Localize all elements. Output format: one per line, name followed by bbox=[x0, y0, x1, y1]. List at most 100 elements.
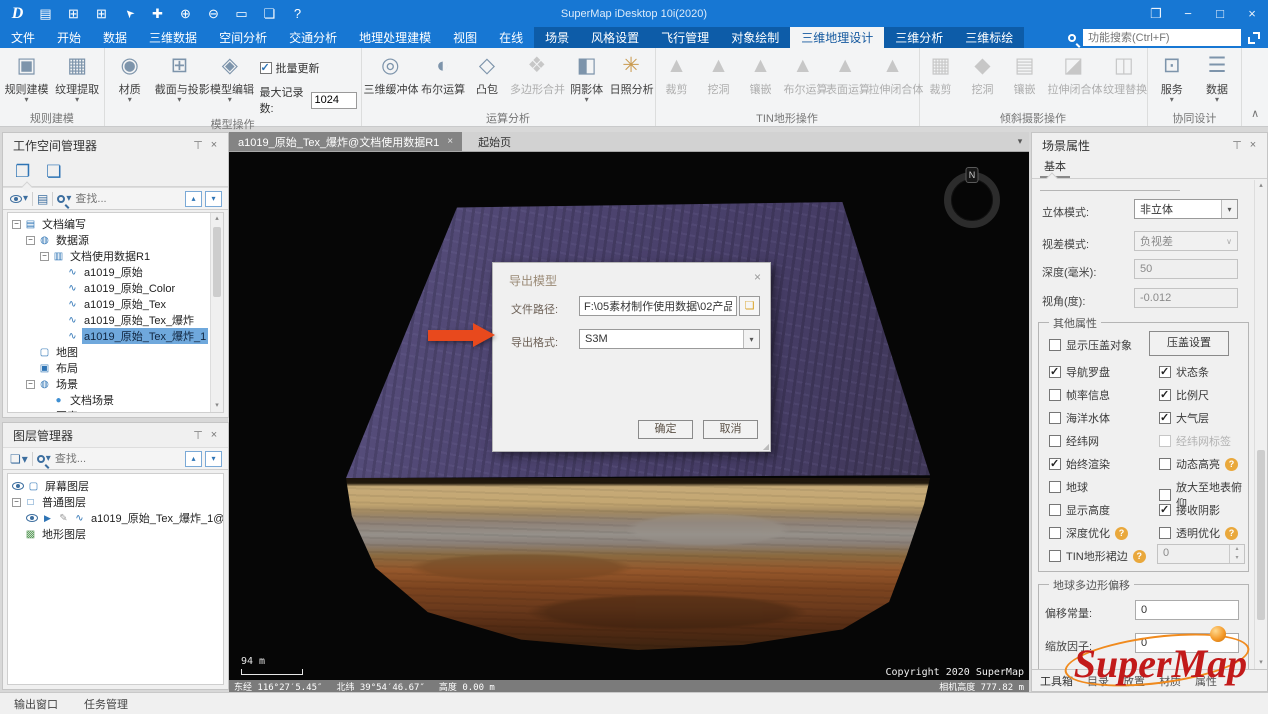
help-icon[interactable]: ? bbox=[1225, 458, 1238, 471]
tab-start[interactable]: 开始 bbox=[46, 27, 92, 48]
scrollbar-thumb[interactable] bbox=[213, 227, 221, 297]
workspace-list-tab-icon[interactable]: ❏ bbox=[46, 162, 61, 182]
section-projection-button[interactable]: ⊞截面与投影▾ bbox=[153, 51, 206, 103]
tab-traffic-analysis[interactable]: 交通分析 bbox=[278, 27, 348, 48]
start-page-tab[interactable]: 起始页 bbox=[462, 132, 527, 151]
tree-item-document[interactable]: −▤文档编写 bbox=[8, 216, 209, 232]
offset-constant-input[interactable] bbox=[1135, 600, 1239, 620]
search-mode-button[interactable]: ▾ bbox=[36, 453, 52, 464]
tree-item-charts[interactable]: ▦图表 bbox=[8, 408, 209, 413]
layer-item-screen[interactable]: ▢屏幕图层 bbox=[8, 478, 221, 494]
navigation-compass[interactable]: N bbox=[944, 172, 1000, 228]
checkbox-status-bar[interactable]: 状态条 bbox=[1159, 364, 1209, 380]
buffer-3d-button[interactable]: ◎三维缓冲体 bbox=[362, 51, 420, 97]
tab-basic[interactable]: 基本 bbox=[1040, 156, 1070, 178]
maximize-button[interactable]: □ bbox=[1204, 0, 1236, 27]
checkbox-ocean-water[interactable]: 海洋水体 bbox=[1049, 410, 1110, 426]
export-format-select[interactable]: S3M ▾ bbox=[579, 329, 760, 349]
tree-item-dataset[interactable]: ∿a1019_原始 bbox=[8, 264, 209, 280]
shadow-volume-button[interactable]: ◧阴影体▾ bbox=[566, 51, 608, 103]
collapse-icon[interactable]: − bbox=[40, 252, 49, 261]
ok-button[interactable]: 确定 bbox=[638, 420, 693, 439]
collapse-icon[interactable]: − bbox=[12, 498, 21, 507]
stereo-mode-select[interactable]: 非立体 ▾ bbox=[1134, 199, 1238, 219]
find-previous-button[interactable]: ▴ bbox=[185, 451, 202, 467]
select-cursor-icon[interactable]: ➤ bbox=[120, 4, 139, 23]
resize-grip-icon[interactable]: ◢ bbox=[763, 442, 769, 451]
panel-toggle-button[interactable]: ❐ bbox=[1140, 0, 1172, 27]
material-button[interactable]: ◉材质▾ bbox=[109, 51, 151, 103]
add-layer-button[interactable]: ❏▾ bbox=[9, 452, 29, 466]
tree-item-scenes[interactable]: −◍场景 bbox=[8, 376, 209, 392]
help-icon[interactable]: ? bbox=[1115, 527, 1128, 540]
checkbox-navigation-compass[interactable]: 导航罗盘 bbox=[1049, 364, 1110, 380]
find-next-button[interactable]: ▾ bbox=[205, 451, 222, 467]
function-search-input[interactable] bbox=[1083, 29, 1241, 46]
dock-tab-properties[interactable]: 属性 bbox=[1195, 673, 1217, 689]
layer-item-terrain[interactable]: ▩地形图层 bbox=[8, 526, 221, 542]
tab-spatial-analysis[interactable]: 空间分析 bbox=[208, 27, 278, 48]
tab-3d-plotting[interactable]: 三维标绘 bbox=[954, 27, 1024, 48]
tab-3d-data[interactable]: 三维数据 bbox=[138, 27, 208, 48]
checkbox-graticule[interactable]: 经纬网 bbox=[1049, 433, 1099, 449]
checkbox-depth-optimization[interactable]: 深度优化? bbox=[1049, 525, 1128, 541]
cancel-button[interactable]: 取消 bbox=[703, 420, 758, 439]
dialog-close-icon[interactable]: × bbox=[754, 270, 761, 284]
tree-item-document-scene[interactable]: ●文档场景 bbox=[8, 392, 209, 408]
find-next-button[interactable]: ▾ bbox=[205, 191, 222, 207]
checkbox-always-render[interactable]: 始终渲染 bbox=[1049, 456, 1110, 472]
checkbox-atmosphere[interactable]: 大气层 bbox=[1159, 410, 1209, 426]
help-icon[interactable]: ? bbox=[288, 4, 307, 23]
max-records-input[interactable] bbox=[311, 92, 357, 109]
collapse-icon[interactable]: − bbox=[12, 220, 21, 229]
workspace-tree-tab-icon[interactable]: ❐ bbox=[15, 162, 30, 182]
pan-icon[interactable]: ✚ bbox=[148, 4, 167, 23]
checkbox-frame-rate[interactable]: 帧率信息 bbox=[1049, 387, 1110, 403]
checkbox-transparency-optimization[interactable]: 透明优化? bbox=[1159, 525, 1238, 541]
zoom-out-icon[interactable]: ⊖ bbox=[204, 4, 223, 23]
collapse-icon[interactable]: − bbox=[26, 380, 35, 389]
properties-scrollbar[interactable]: ▴ ▾ bbox=[1254, 180, 1267, 669]
checkbox-tin-skirt[interactable]: TIN地形裙边? bbox=[1049, 548, 1146, 564]
tree-item-dataset[interactable]: ∿a1019_原始_Tex bbox=[8, 296, 209, 312]
scroll-down-icon[interactable]: ▾ bbox=[1255, 657, 1267, 669]
close-tab-icon[interactable]: × bbox=[447, 136, 453, 147]
help-icon[interactable]: ? bbox=[1133, 550, 1146, 563]
tab-object-drawing[interactable]: 对象绘制 bbox=[720, 27, 790, 48]
tab-style-settings[interactable]: 风格设置 bbox=[580, 27, 650, 48]
convex-hull-button[interactable]: ◇凸包 bbox=[466, 51, 508, 97]
tree-item-datasource-r1[interactable]: −▥文档使用数据R1 bbox=[8, 248, 209, 264]
tab-list-caret-icon[interactable]: ▾ bbox=[1011, 132, 1029, 151]
texture-extract-button[interactable]: ▦纹理提取▾ bbox=[53, 51, 101, 103]
visibility-filter-button[interactable]: ▾ bbox=[9, 193, 29, 204]
model-edit-button[interactable]: ◈模型编辑▾ bbox=[208, 51, 251, 103]
tree-item-dataset-selected[interactable]: ∿a1019_原始_Tex_爆炸_1 bbox=[8, 328, 209, 344]
chevron-down-icon[interactable]: ▾ bbox=[1221, 200, 1237, 218]
scroll-down-icon[interactable]: ▾ bbox=[211, 400, 223, 412]
checkbox-receive-shadow[interactable]: 接收阴影 bbox=[1159, 502, 1220, 518]
tab-3d-geodesign[interactable]: 三维地理设计 bbox=[790, 27, 884, 48]
tree-item-dataset[interactable]: ∿a1019_原始_Color bbox=[8, 280, 209, 296]
data-button[interactable]: ☰数据▾ bbox=[1196, 51, 1238, 103]
dock-tab-task-manager[interactable]: 任务管理 bbox=[84, 696, 128, 712]
close-panel-icon[interactable]: × bbox=[206, 139, 222, 151]
workspace-tree-scrollbar[interactable]: ▴ ▾ bbox=[210, 213, 223, 412]
rule-modeling-button[interactable]: ▣规则建模▾ bbox=[3, 51, 51, 103]
save-icon[interactable]: ▤ bbox=[36, 4, 55, 23]
scroll-up-icon[interactable]: ▴ bbox=[211, 213, 223, 225]
minimize-button[interactable]: − bbox=[1172, 0, 1204, 27]
help-icon[interactable]: ? bbox=[1225, 527, 1238, 540]
tab-data[interactable]: 数据 bbox=[92, 27, 138, 48]
tree-item-maps[interactable]: ▢地图 bbox=[8, 344, 209, 360]
tab-online[interactable]: 在线 bbox=[488, 27, 534, 48]
new-datasource-icon[interactable]: ⊞ bbox=[64, 4, 83, 23]
tab-scene[interactable]: 场景 bbox=[534, 27, 580, 48]
dock-tab-output-window[interactable]: 输出窗口 bbox=[14, 696, 58, 712]
checkbox-dynamic-highlight[interactable]: 动态高亮? bbox=[1159, 456, 1238, 472]
checkbox-globe[interactable]: 地球 bbox=[1049, 479, 1088, 495]
dock-tab-toolbox[interactable]: 工具箱 bbox=[1040, 673, 1073, 689]
checkbox-show-height[interactable]: 显示高度 bbox=[1049, 502, 1110, 518]
collapse-ribbon-icon[interactable]: ∧ bbox=[1242, 48, 1268, 126]
close-panel-icon[interactable]: × bbox=[1245, 139, 1261, 151]
tab-3d-analysis[interactable]: 三维分析 bbox=[884, 27, 954, 48]
